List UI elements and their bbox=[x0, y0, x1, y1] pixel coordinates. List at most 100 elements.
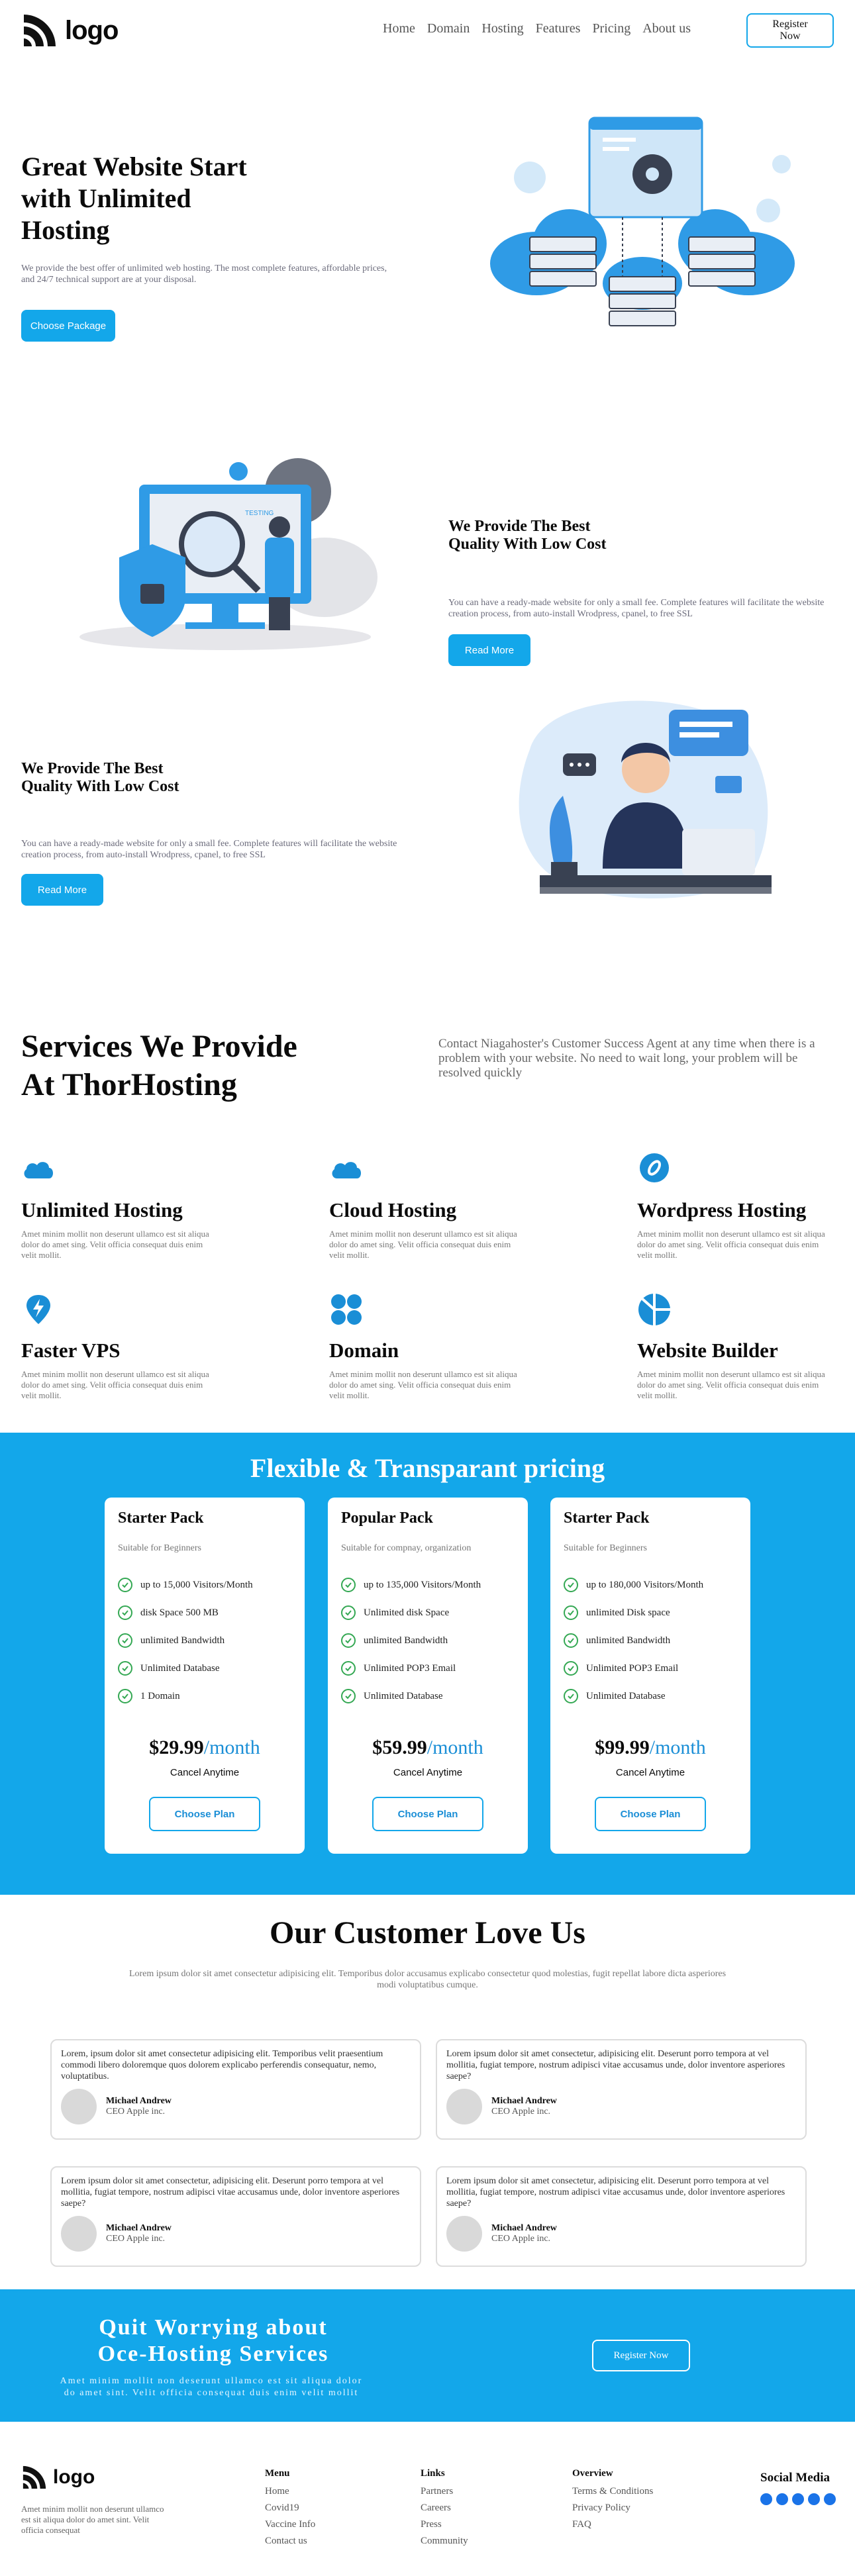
plan-feature: 1 Domain bbox=[118, 1682, 291, 1710]
pricing-card-premium: Starter Pack Suitable for Beginners up t… bbox=[550, 1498, 750, 1854]
feature-text: Unlimited disk Space bbox=[364, 1607, 450, 1618]
avatar bbox=[446, 2216, 482, 2252]
wordpress-icon bbox=[640, 1153, 669, 1182]
feature2-title: We Provide The Best Quality With Low Cos… bbox=[21, 760, 179, 796]
feature1-read-more-button[interactable]: Read More bbox=[448, 634, 530, 666]
services-title-line1: Services We Provide bbox=[21, 1029, 297, 1064]
plan-price: $29.99/month bbox=[118, 1737, 291, 1759]
nav-hosting[interactable]: Hosting bbox=[481, 21, 523, 36]
footer-link[interactable]: Careers bbox=[421, 2500, 468, 2516]
footer-logo[interactable]: logo bbox=[21, 2464, 95, 2491]
testimonial-text: Lorem, ipsum dolor sit amet consectetur … bbox=[61, 2049, 383, 2081]
choose-plan-button[interactable]: Choose Plan bbox=[149, 1797, 260, 1831]
plan-features: up to 15,000 Visitors/Month disk Space 5… bbox=[118, 1571, 291, 1710]
service-wordpress-hosting[interactable]: Wordpress Hosting Amet minim mollit non … bbox=[637, 1152, 849, 1261]
plan-feature: up to 15,000 Visitors/Month bbox=[118, 1571, 291, 1599]
testimonial-author: Michael Andrew CEO Apple inc. bbox=[446, 2216, 796, 2252]
plan-feature: up to 180,000 Visitors/Month bbox=[564, 1571, 737, 1599]
testimonial-author: Michael Andrew CEO Apple inc. bbox=[61, 2089, 411, 2124]
footer-link[interactable]: Press bbox=[421, 2516, 468, 2533]
service-faster-vps[interactable]: Faster VPS Amet minim mollit non deserun… bbox=[21, 1292, 233, 1401]
facebook-icon[interactable] bbox=[760, 2493, 772, 2505]
avatar bbox=[446, 2089, 482, 2124]
author-name: Michael Andrew bbox=[491, 2096, 557, 2106]
nav-pricing[interactable]: Pricing bbox=[592, 21, 630, 36]
avatar bbox=[61, 2216, 97, 2252]
cancel-note: Cancel Anytime bbox=[170, 1767, 240, 1778]
cancel-note: Cancel Anytime bbox=[393, 1767, 463, 1778]
plan-feature: Unlimited POP3 Email bbox=[341, 1654, 515, 1682]
service-cloud-hosting[interactable]: Cloud Hosting Amet minim mollit non dese… bbox=[329, 1152, 541, 1261]
pricing-title: Flexible & Transparant pricing bbox=[250, 1453, 605, 1483]
service-desc: Amet minim mollit non deserunt ullamco e… bbox=[637, 1229, 825, 1260]
nav-about-us[interactable]: About us bbox=[642, 21, 691, 36]
footer-link[interactable]: Terms & Conditions bbox=[572, 2483, 653, 2500]
price-amount: $29.99 bbox=[149, 1737, 204, 1758]
twitter-icon[interactable] bbox=[776, 2493, 788, 2505]
nav-domain[interactable]: Domain bbox=[427, 21, 470, 36]
footer-link[interactable]: Privacy Policy bbox=[572, 2500, 653, 2516]
cloud-icon bbox=[332, 1162, 361, 1178]
footer-links: Links Partners Careers Press Community bbox=[421, 2468, 468, 2550]
plan-feature: Unlimited POP3 Email bbox=[564, 1654, 737, 1682]
feature-text: Unlimited POP3 Email bbox=[364, 1662, 456, 1674]
feature-text: Unlimited Database bbox=[140, 1662, 220, 1674]
nav-features[interactable]: Features bbox=[536, 21, 581, 36]
service-domain[interactable]: Domain Amet minim mollit non deserunt ul… bbox=[329, 1292, 541, 1401]
check-icon bbox=[118, 1633, 132, 1648]
service-unlimited-hosting[interactable]: Unlimited Hosting Amet minim mollit non … bbox=[21, 1152, 233, 1261]
pricing-section: Flexible & Transparant pricing Starter P… bbox=[0, 1433, 855, 1895]
linkedin-icon[interactable] bbox=[792, 2493, 804, 2505]
plan-feature: Unlimited Database bbox=[118, 1654, 291, 1682]
testimonial-text: Lorem ipsum dolor sit amet consectetur, … bbox=[446, 2049, 785, 2081]
footer-link[interactable]: Community bbox=[421, 2533, 468, 2550]
feature1-title-line1: We Provide The Best bbox=[448, 518, 591, 535]
logo-text: logo bbox=[65, 15, 119, 45]
price-period: /month bbox=[649, 1737, 706, 1758]
services-title-line2: At ThorHosting bbox=[21, 1067, 237, 1102]
price-period: /month bbox=[427, 1737, 483, 1758]
price-amount: $99.99 bbox=[595, 1737, 650, 1758]
check-icon bbox=[341, 1578, 356, 1592]
testimonial-text: Lorem ipsum dolor sit amet consectetur, … bbox=[446, 2176, 785, 2209]
plan-subtitle: Suitable for Beginners bbox=[564, 1543, 647, 1553]
plan-subtitle: Suitable for compnay, organization bbox=[341, 1543, 472, 1553]
services-title: Services We Provide At ThorHosting bbox=[21, 1027, 297, 1104]
feature-text: disk Space 500 MB bbox=[140, 1607, 219, 1618]
cta-register-button[interactable]: Register Now bbox=[592, 2340, 690, 2371]
footer-link[interactable]: Vaccine Info bbox=[265, 2516, 315, 2533]
service-title: Wordpress Hosting bbox=[637, 1198, 807, 1221]
plan-features: up to 135,000 Visitors/Month Unlimited d… bbox=[341, 1571, 515, 1710]
logo[interactable]: logo bbox=[21, 12, 119, 49]
feature2-read-more-button[interactable]: Read More bbox=[21, 874, 103, 906]
testimonial-text: Lorem ipsum dolor sit amet consectetur, … bbox=[61, 2176, 400, 2209]
instagram-icon[interactable] bbox=[808, 2493, 820, 2505]
logo-icon bbox=[24, 15, 56, 46]
choose-plan-button[interactable]: Choose Plan bbox=[372, 1797, 483, 1831]
social-icons bbox=[760, 2493, 836, 2505]
choose-package-button[interactable]: Choose Package bbox=[21, 310, 115, 342]
footer-link[interactable]: FAQ bbox=[572, 2516, 653, 2533]
nav-home[interactable]: Home bbox=[383, 21, 415, 36]
service-website-builder[interactable]: Website Builder Amet minim mollit non de… bbox=[637, 1292, 849, 1401]
pie-chart-icon bbox=[638, 1294, 670, 1325]
footer-link[interactable]: Covid19 bbox=[265, 2500, 315, 2516]
feature-text: up to 15,000 Visitors/Month bbox=[140, 1579, 253, 1590]
choose-plan-button[interactable]: Choose Plan bbox=[595, 1797, 706, 1831]
footer-link[interactable]: Contact us bbox=[265, 2533, 315, 2550]
check-icon bbox=[341, 1605, 356, 1620]
check-icon bbox=[341, 1633, 356, 1648]
footer-link[interactable]: Partners bbox=[421, 2483, 468, 2500]
check-icon bbox=[118, 1578, 132, 1592]
service-desc: Amet minim mollit non deserunt ullamco e… bbox=[21, 1369, 209, 1400]
testimonial-card: Lorem ipsum dolor sit amet consectetur, … bbox=[436, 2039, 807, 2140]
cloud-icon bbox=[24, 1162, 53, 1178]
feature-text: unlimited Disk space bbox=[586, 1607, 670, 1618]
hero-title-line3: Hosting bbox=[21, 215, 110, 245]
register-button[interactable]: Register Now bbox=[746, 13, 834, 48]
feature-text: unlimited Bandwidth bbox=[140, 1635, 225, 1646]
youtube-icon[interactable] bbox=[824, 2493, 836, 2505]
feature-text: unlimited Bandwidth bbox=[586, 1635, 671, 1646]
footer-link[interactable]: Home bbox=[265, 2483, 315, 2500]
check-icon bbox=[118, 1689, 132, 1703]
